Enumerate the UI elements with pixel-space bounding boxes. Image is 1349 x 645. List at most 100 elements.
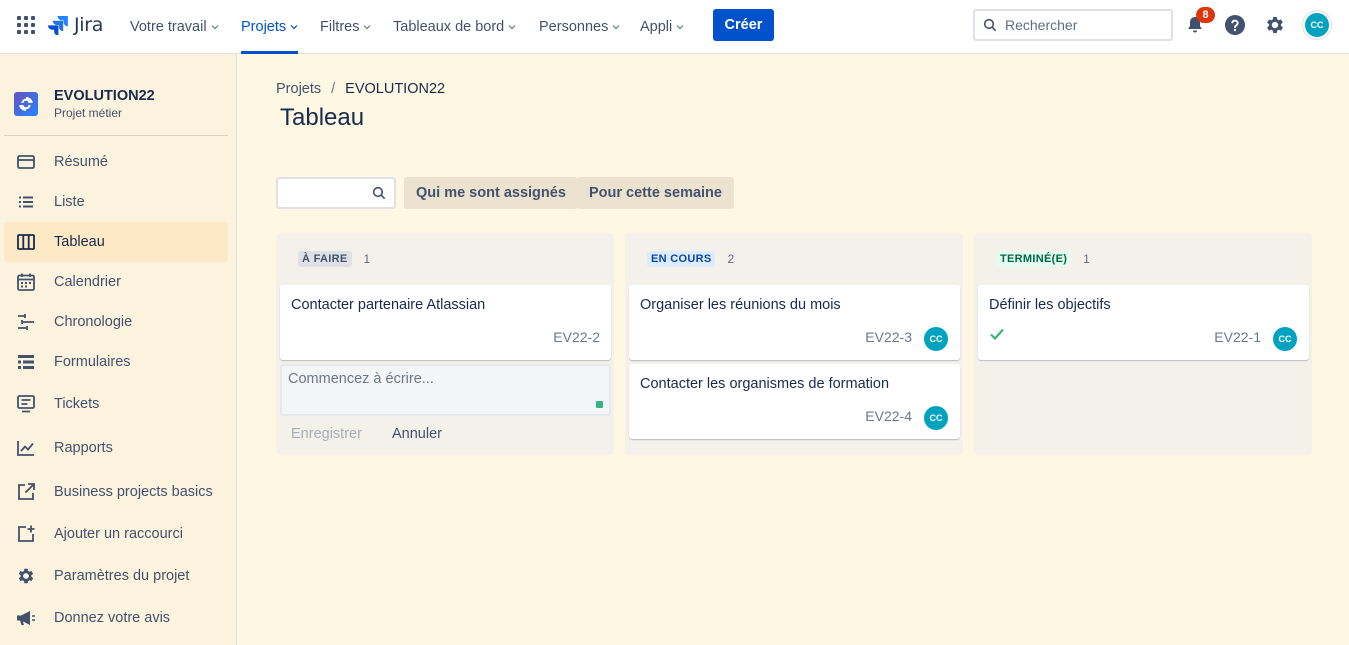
chevron-down-icon: [676, 25, 684, 30]
gear-icon: [16, 566, 36, 586]
jira-logo[interactable]: Jira: [48, 14, 103, 36]
filter-assigned-to-me[interactable]: Qui me sont assignés: [404, 177, 578, 209]
nav-your-work-label: Votre travail: [130, 19, 207, 35]
card-title: Contacter partenaire Atlassian: [291, 297, 486, 313]
list-icon: [16, 192, 36, 212]
sidebar-item-label: Business projects basics: [54, 484, 213, 500]
sidebar-item-label: Chronologie: [54, 314, 133, 330]
board-icon: [16, 232, 36, 252]
checkmark-icon: [990, 328, 1004, 341]
app-switcher-icon[interactable]: [16, 15, 36, 35]
nav-apps[interactable]: Appli: [640, 0, 684, 54]
card-key[interactable]: EV22-3: [865, 329, 912, 345]
nav-apps-label: Appli: [640, 19, 673, 35]
help-button[interactable]: [1223, 13, 1247, 37]
card-key[interactable]: EV22-4: [865, 408, 912, 424]
issue-card[interactable]: Organiser les réunions du mois EV22-3 CC: [629, 285, 960, 360]
card-title: Contacter les organismes de formation: [640, 376, 890, 392]
nav-projects-label: Projets: [241, 19, 287, 35]
assignee-avatar[interactable]: CC: [1273, 327, 1297, 351]
assignee-avatar[interactable]: CC: [924, 406, 948, 430]
sidebar-item-list[interactable]: Liste: [4, 182, 228, 222]
new-issue-input[interactable]: [288, 371, 588, 401]
settings-button[interactable]: [1263, 13, 1287, 37]
help-icon: [1225, 15, 1245, 35]
nav-projects[interactable]: Projets: [241, 0, 299, 54]
nav-filters-label: Filtres: [320, 19, 360, 35]
chevron-down-icon: [612, 25, 620, 30]
sidebar-item-label: Calendrier: [54, 274, 121, 290]
chevron-down-icon: [364, 25, 371, 30]
column-todo: À FAIRE 1 Contacter partenaire Atlassian…: [276, 233, 614, 455]
board-main: Projets / EVOLUTION22 Tableau Qui me son…: [238, 54, 1349, 645]
issue-card[interactable]: Définir les objectifs EV22-1 CC: [978, 285, 1309, 360]
column-count: 1: [1083, 252, 1090, 266]
new-issue-composer: [280, 364, 611, 416]
project-sidebar: EVOLUTION22 Projet métier Résumé Liste T…: [0, 54, 237, 645]
column-count: 2: [727, 252, 735, 266]
create-button[interactable]: Créer: [713, 9, 774, 41]
sidebar-item-project-settings[interactable]: Paramètres du projet: [4, 556, 228, 596]
nav-filters[interactable]: Filtres: [320, 0, 371, 54]
jira-logo-text: Jira: [74, 14, 104, 36]
sidebar-item-label: Paramètres du projet: [54, 568, 190, 584]
tickets-icon: [16, 394, 36, 414]
column-count: 1: [363, 252, 371, 266]
filter-this-week[interactable]: Pour cette semaine: [577, 177, 734, 209]
breadcrumb-separator: /: [331, 81, 336, 97]
sidebar-item-label: Liste: [54, 194, 85, 210]
sidebar-item-timeline[interactable]: Chronologie: [4, 302, 228, 342]
column-header: EN COURS 2: [647, 251, 734, 267]
nav-dashboards[interactable]: Tableaux de bord: [393, 0, 516, 54]
nav-your-work[interactable]: Votre travail: [130, 0, 219, 54]
sidebar-item-calendar[interactable]: Calendrier: [4, 262, 228, 302]
sidebar-divider: [4, 135, 228, 136]
sidebar-item-reports[interactable]: Rapports: [4, 428, 228, 468]
search-input[interactable]: [1005, 17, 1155, 33]
sidebar-item-label: Tableau: [54, 234, 105, 250]
sidebar-item-business-basics[interactable]: Business projects basics: [4, 472, 228, 512]
project-logo-icon: [14, 92, 38, 116]
notification-badge: 8: [1196, 7, 1215, 23]
board-search[interactable]: [276, 177, 396, 209]
card-key[interactable]: EV22-1: [1214, 329, 1261, 345]
megaphone-icon: [16, 608, 36, 628]
sidebar-item-tickets[interactable]: Tickets: [4, 384, 228, 424]
breadcrumb-projects[interactable]: Projets: [276, 81, 321, 97]
timeline-icon: [16, 312, 36, 332]
sidebar-item-label: Formulaires: [54, 354, 131, 370]
sidebar-item-add-shortcut[interactable]: Ajouter un raccourci: [4, 514, 228, 554]
card-title: Définir les objectifs: [989, 297, 1111, 313]
page-title: Tableau: [280, 104, 365, 131]
nav-people[interactable]: Personnes: [539, 0, 620, 54]
save-button[interactable]: Enregistrer: [291, 426, 362, 442]
nav-dashboards-label: Tableaux de bord: [393, 19, 505, 35]
calendar-icon: [16, 272, 36, 292]
project-header[interactable]: EVOLUTION22 Projet métier: [14, 88, 155, 120]
external-link-icon: [16, 482, 36, 502]
breadcrumb: Projets / EVOLUTION22: [276, 81, 445, 97]
column-status: À FAIRE: [298, 251, 352, 267]
sidebar-item-forms[interactable]: Formulaires: [4, 342, 228, 382]
user-avatar[interactable]: CC: [1305, 13, 1329, 37]
sidebar-item-feedback[interactable]: Donnez votre avis: [4, 598, 228, 638]
sidebar-item-board[interactable]: Tableau: [4, 222, 228, 262]
column-done: TERMINÉ(E) 1 Définir les objectifs EV22-…: [974, 233, 1312, 455]
issue-card[interactable]: Contacter les organismes de formation EV…: [629, 364, 960, 439]
card-key[interactable]: EV22-2: [553, 329, 600, 345]
sidebar-item-summary[interactable]: Résumé: [4, 142, 228, 182]
global-search[interactable]: [973, 9, 1173, 41]
summary-icon: [16, 152, 36, 172]
sidebar-item-label: Ajouter un raccourci: [54, 526, 183, 542]
board-search-input[interactable]: [284, 179, 372, 207]
chevron-down-icon: [508, 25, 516, 30]
issue-card[interactable]: Contacter partenaire Atlassian EV22-2: [280, 285, 611, 360]
nav-people-label: Personnes: [539, 19, 609, 35]
breadcrumb-project[interactable]: EVOLUTION22: [345, 81, 445, 97]
jira-logo-icon: [48, 16, 68, 35]
assignee-avatar[interactable]: CC: [924, 327, 948, 351]
status-dot-icon: [596, 401, 603, 408]
search-icon: [372, 186, 386, 200]
cancel-button[interactable]: Annuler: [392, 426, 442, 442]
column-header: À FAIRE 1: [298, 251, 370, 267]
